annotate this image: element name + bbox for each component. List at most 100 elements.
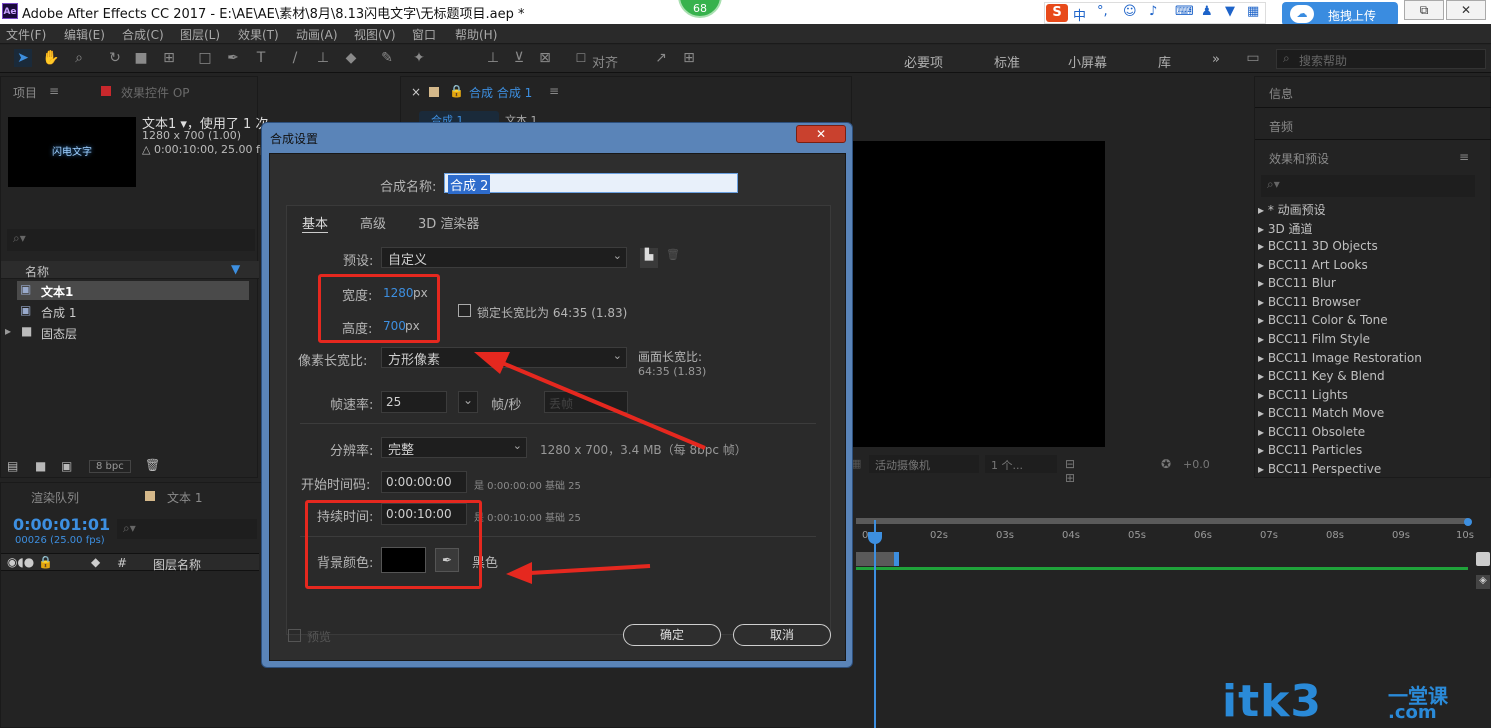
new-folder-icon[interactable]: ■ bbox=[35, 459, 46, 473]
comp-name-input[interactable]: 合成 2 bbox=[444, 173, 738, 194]
workspace-essentials[interactable]: 必要项 bbox=[904, 52, 943, 71]
views-dropdown[interactable]: 1 个... bbox=[985, 455, 1057, 473]
sort-arrow-icon[interactable]: ▼ bbox=[231, 262, 240, 276]
time-ruler[interactable]: 0s 02s 03s 04s 05s 06s 07s 08s 09s 10s bbox=[856, 516, 1474, 556]
tab-project[interactable]: 项目 bbox=[13, 84, 37, 101]
effect-category[interactable]: ▸ BCC11 Color & Tone bbox=[1258, 313, 1388, 327]
interpret-footage-icon[interactable]: ▤ bbox=[7, 459, 18, 473]
clone-stamp-tool-icon[interactable]: ⊥ bbox=[314, 49, 332, 67]
effect-category[interactable]: ▸ 3D 通道 bbox=[1258, 220, 1313, 237]
preview-checkbox[interactable] bbox=[288, 629, 301, 642]
punctuation-icon[interactable]: °, bbox=[1097, 4, 1108, 19]
column-name[interactable]: 名称 bbox=[25, 263, 49, 280]
tab-composition[interactable]: 合成 合成 1 bbox=[469, 84, 532, 101]
tab-effect-controls[interactable]: 效果控件 OP bbox=[121, 84, 190, 101]
roto-brush-tool-icon[interactable]: ✎ bbox=[378, 49, 396, 67]
selection-tool-icon[interactable]: ➤ bbox=[14, 49, 32, 67]
dialog-close-button[interactable]: ✕ bbox=[796, 125, 846, 143]
layer-bar[interactable] bbox=[856, 552, 898, 566]
shirt-icon[interactable]: ▼ bbox=[1225, 4, 1235, 19]
workspace-small-screen[interactable]: 小屏幕 bbox=[1068, 52, 1107, 71]
menu-view[interactable]: 视图(V) bbox=[354, 26, 396, 43]
puppet-tool-icon[interactable]: ✦ bbox=[410, 49, 428, 67]
layer-bar-end[interactable] bbox=[894, 552, 899, 566]
effect-category[interactable]: ▸ BCC11 Perspective bbox=[1258, 462, 1381, 476]
restore-window-button[interactable]: ⧉ bbox=[1404, 0, 1444, 20]
snap-grid-icon[interactable]: ⊞ bbox=[680, 49, 698, 67]
effect-category[interactable]: ▸ BCC11 Image Restoration bbox=[1258, 351, 1422, 365]
tab-3d-renderer[interactable]: 3D 渲染器 bbox=[418, 213, 479, 232]
expand-triangle-icon[interactable]: ▸ bbox=[5, 324, 11, 338]
local-axis-icon[interactable]: ⊥ bbox=[484, 49, 502, 67]
panel-menu-icon[interactable]: ≡ bbox=[49, 84, 59, 98]
tab-audio[interactable]: 音频 bbox=[1269, 118, 1293, 135]
effect-category[interactable]: ▸ BCC11 Art Looks bbox=[1258, 258, 1368, 272]
navigator-icon[interactable]: ◈ bbox=[1476, 575, 1490, 589]
ime-toolbar[interactable]: S 中 °, ☺ ♪ ⌨ ♟ ▼ ▦ bbox=[1044, 2, 1266, 24]
current-timecode[interactable]: 0:00:01:01 bbox=[13, 515, 110, 534]
help-search-field[interactable]: ⌕ 搜索帮助 bbox=[1276, 49, 1486, 69]
emoji-icon[interactable]: ☺ bbox=[1123, 4, 1137, 19]
effect-category[interactable]: ▸ BCC11 Match Move bbox=[1258, 406, 1384, 420]
effect-category[interactable]: ▸ BCC11 Particles bbox=[1258, 443, 1362, 457]
menu-composition[interactable]: 合成(C) bbox=[122, 26, 164, 43]
menu-effect[interactable]: 效果(T) bbox=[238, 26, 279, 43]
project-search-field[interactable]: ⌕▾ bbox=[7, 229, 255, 251]
rotate-tool-icon[interactable]: ↻ bbox=[106, 49, 124, 67]
frame-rate-input[interactable]: 25 bbox=[381, 391, 447, 413]
snap-checkbox[interactable]: ☐ bbox=[572, 49, 590, 67]
bit-depth-button[interactable]: 8 bpc bbox=[89, 460, 131, 473]
tab-advanced[interactable]: 高级 bbox=[360, 213, 386, 232]
hand-tool-icon[interactable]: ✋ bbox=[42, 49, 60, 67]
panel-menu-icon[interactable]: ≡ bbox=[549, 84, 559, 98]
camera-tool-icon[interactable]: ■ bbox=[132, 49, 150, 67]
effect-category[interactable]: ▸ * 动画预设 bbox=[1258, 201, 1326, 218]
effect-category[interactable]: ▸ BCC11 3D Objects bbox=[1258, 239, 1378, 253]
pixel-aspect-dropdown[interactable]: 方形像素 ⌄ bbox=[381, 347, 627, 368]
ok-button[interactable]: 确定 bbox=[623, 624, 721, 646]
snap-option-icon[interactable]: ↗ bbox=[652, 49, 670, 67]
zoom-handle-icon[interactable] bbox=[1476, 552, 1490, 566]
search-panel-icon[interactable]: ▭ bbox=[1244, 49, 1262, 67]
close-window-button[interactable]: ✕ bbox=[1446, 0, 1486, 20]
eraser-tool-icon[interactable]: ◆ bbox=[342, 49, 360, 67]
tab-effects-presets[interactable]: 效果和预设 bbox=[1269, 150, 1329, 167]
panel-menu-icon[interactable]: ≡ bbox=[1459, 150, 1469, 164]
trash-icon[interactable]: 🗑 bbox=[145, 458, 160, 472]
effect-category[interactable]: ▸ BCC11 Key & Blend bbox=[1258, 369, 1385, 383]
view-axis-icon[interactable]: ⊠ bbox=[536, 49, 554, 67]
effect-category[interactable]: ▸ BCC11 Film Style bbox=[1258, 332, 1370, 346]
tab-timeline-text[interactable]: 文本 1 bbox=[167, 489, 202, 506]
project-row[interactable]: ▣ 文本1 bbox=[17, 281, 249, 300]
menu-help[interactable]: 帮助(H) bbox=[455, 26, 497, 43]
effect-category[interactable]: ▸ BCC11 Obsolete bbox=[1258, 425, 1365, 439]
close-tab-icon[interactable]: × bbox=[411, 85, 421, 99]
pan-behind-tool-icon[interactable]: ⊞ bbox=[160, 49, 178, 67]
frame-rate-dropdown[interactable]: ⌄ bbox=[458, 391, 478, 413]
label-icon[interactable]: ◆ bbox=[91, 555, 100, 569]
workspace-libraries[interactable]: 库 bbox=[1158, 52, 1171, 71]
delete-preset-icon[interactable]: 🗑 bbox=[664, 248, 682, 268]
save-preset-icon[interactable]: ▙ bbox=[640, 248, 658, 268]
effect-category[interactable]: ▸ BCC11 Blur bbox=[1258, 276, 1336, 290]
text-tool-icon[interactable]: T bbox=[252, 49, 270, 67]
upload-button[interactable]: ☁ 拖拽上传 bbox=[1282, 2, 1398, 26]
resolution-dropdown[interactable]: 完整 ⌄ bbox=[381, 437, 527, 458]
menu-edit[interactable]: 编辑(E) bbox=[64, 26, 105, 43]
project-row[interactable]: ▣ 合成 1 bbox=[17, 302, 249, 321]
menu-window[interactable]: 窗口 bbox=[412, 26, 436, 43]
preset-dropdown[interactable]: 自定义 ⌄ bbox=[381, 247, 627, 268]
start-timecode-input[interactable]: 0:00:00:00 bbox=[381, 471, 467, 493]
keyboard-icon[interactable]: ⌨ bbox=[1175, 4, 1194, 19]
exposure-icon[interactable]: ✪ bbox=[1161, 457, 1171, 471]
column-layer-name[interactable]: 图层名称 bbox=[153, 556, 201, 573]
cancel-button[interactable]: 取消 bbox=[733, 624, 831, 646]
workspace-standard[interactable]: 标准 bbox=[994, 52, 1020, 71]
drop-frame-dropdown[interactable]: 丢帧 bbox=[544, 391, 628, 413]
more-workspaces-icon[interactable]: » bbox=[1212, 52, 1220, 67]
project-row[interactable]: ▸ ■ 固态层 bbox=[5, 323, 249, 342]
layer-search-field[interactable]: ⌕▾ bbox=[117, 519, 257, 539]
microphone-icon[interactable]: ♪ bbox=[1149, 4, 1157, 19]
av-switches-icon[interactable]: ◉◖● 🔒 bbox=[7, 555, 53, 569]
ime-mode[interactable]: 中 bbox=[1073, 5, 1086, 24]
